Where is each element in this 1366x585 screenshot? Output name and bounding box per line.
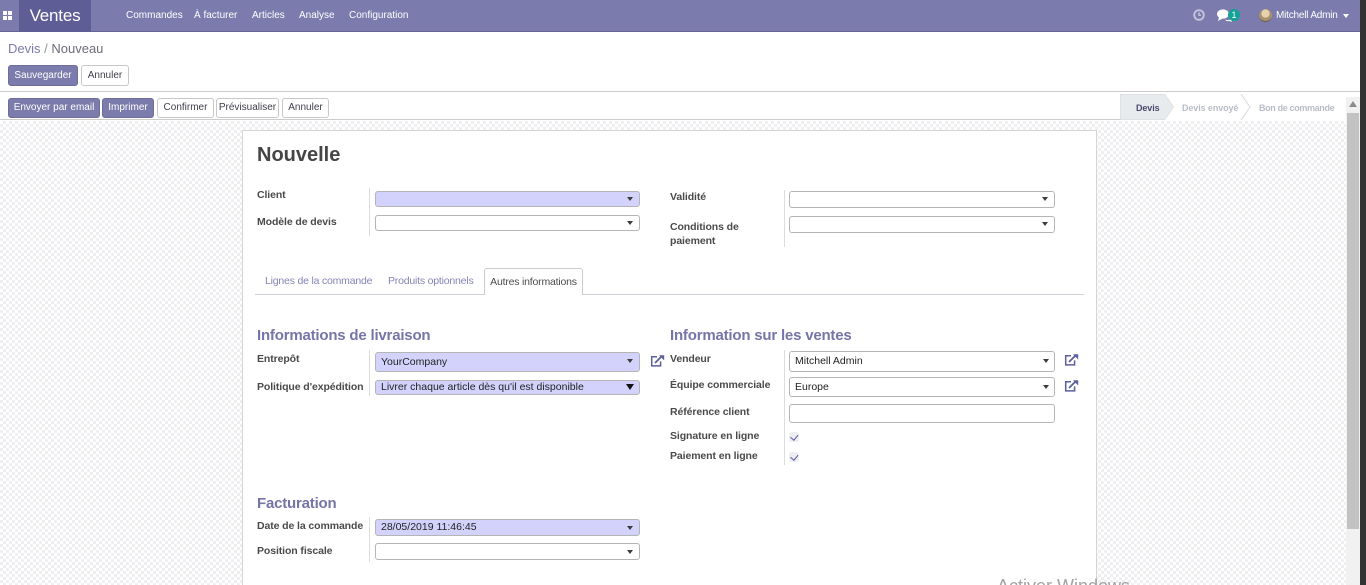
svg-text:Devis envoyé: Devis envoyé xyxy=(1182,103,1238,113)
svg-text:Devis: Devis xyxy=(1136,103,1160,113)
svg-text:Bon de commande: Bon de commande xyxy=(1259,103,1335,113)
